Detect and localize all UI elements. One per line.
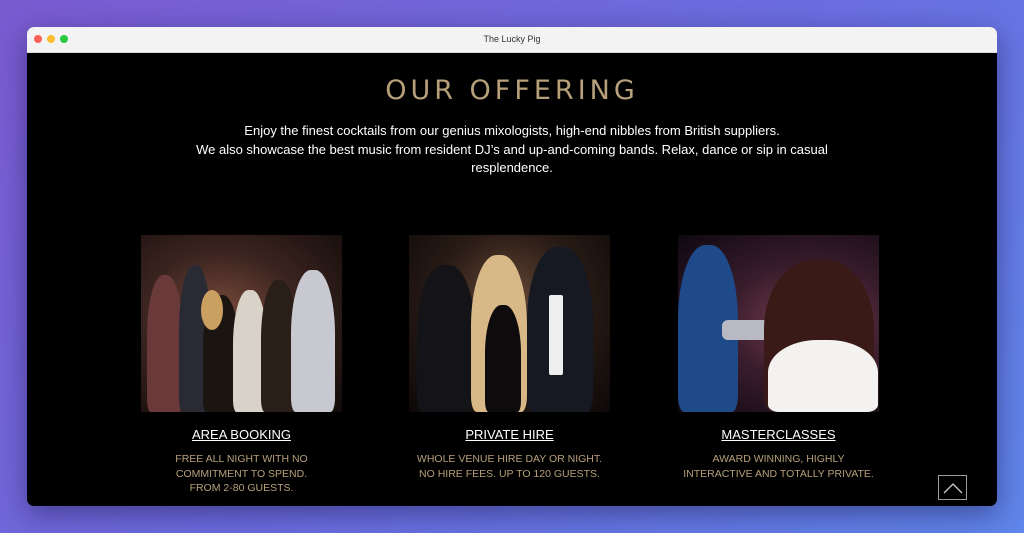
title-bar: The Lucky Pig bbox=[27, 27, 997, 53]
masterclasses-link[interactable]: MASTERCLASSES bbox=[721, 427, 835, 442]
offering-card-masterclasses: MASTERCLASSES AWARD WINNING, HIGHLY INTE… bbox=[678, 235, 879, 481]
private-hire-link[interactable]: PRIVATE HIRE bbox=[465, 427, 553, 442]
offering-card-private-hire: PRIVATE HIRE WHOLE VENUE HIRE DAY OR NIG… bbox=[409, 235, 610, 481]
card-desc-line: FROM 2-80 GUESTS. bbox=[189, 482, 294, 494]
masterclasses-description: AWARD WINNING, HIGHLY INTERACTIVE AND TO… bbox=[678, 452, 879, 481]
area-booking-link[interactable]: AREA BOOKING bbox=[192, 427, 291, 442]
area-booking-description: FREE ALL NIGHT WITH NO COMMITMENT TO SPE… bbox=[141, 452, 342, 496]
area-booking-photo[interactable] bbox=[141, 235, 342, 412]
scroll-to-top-button[interactable] bbox=[938, 475, 967, 500]
private-hire-photo[interactable] bbox=[409, 235, 610, 412]
card-desc-line: COMMITMENT TO SPEND. bbox=[175, 467, 308, 480]
chevron-up-icon bbox=[943, 482, 962, 493]
intro-line-1: Enjoy the finest cocktails from our geni… bbox=[244, 123, 780, 138]
section-heading: OUR OFFERING bbox=[385, 75, 639, 106]
offering-section: OUR OFFERING Enjoy the finest cocktails … bbox=[27, 53, 997, 506]
card-desc-line: NO HIRE FEES. UP TO 120 GUESTS. bbox=[419, 467, 600, 480]
card-desc-line: AWARD WINNING, HIGHLY bbox=[712, 453, 845, 465]
private-hire-description: WHOLE VENUE HIRE DAY OR NIGHT. NO HIRE F… bbox=[409, 452, 610, 481]
window-title: The Lucky Pig bbox=[483, 34, 541, 44]
offering-card-area-booking: AREA BOOKING FREE ALL NIGHT WITH NO COMM… bbox=[141, 235, 342, 496]
card-desc-line: WHOLE VENUE HIRE DAY OR NIGHT. bbox=[416, 453, 603, 465]
card-desc-line: FREE ALL NIGHT WITH NO bbox=[175, 453, 308, 465]
section-intro: Enjoy the finest cocktails from our geni… bbox=[187, 122, 837, 178]
intro-line-2: We also showcase the best music from res… bbox=[196, 141, 828, 176]
masterclasses-photo[interactable] bbox=[678, 235, 879, 412]
browser-window: The Lucky Pig OUR OFFERING Enjoy the fin… bbox=[27, 27, 997, 506]
card-desc-line: INTERACTIVE AND TOTALLY PRIVATE. bbox=[683, 467, 874, 480]
